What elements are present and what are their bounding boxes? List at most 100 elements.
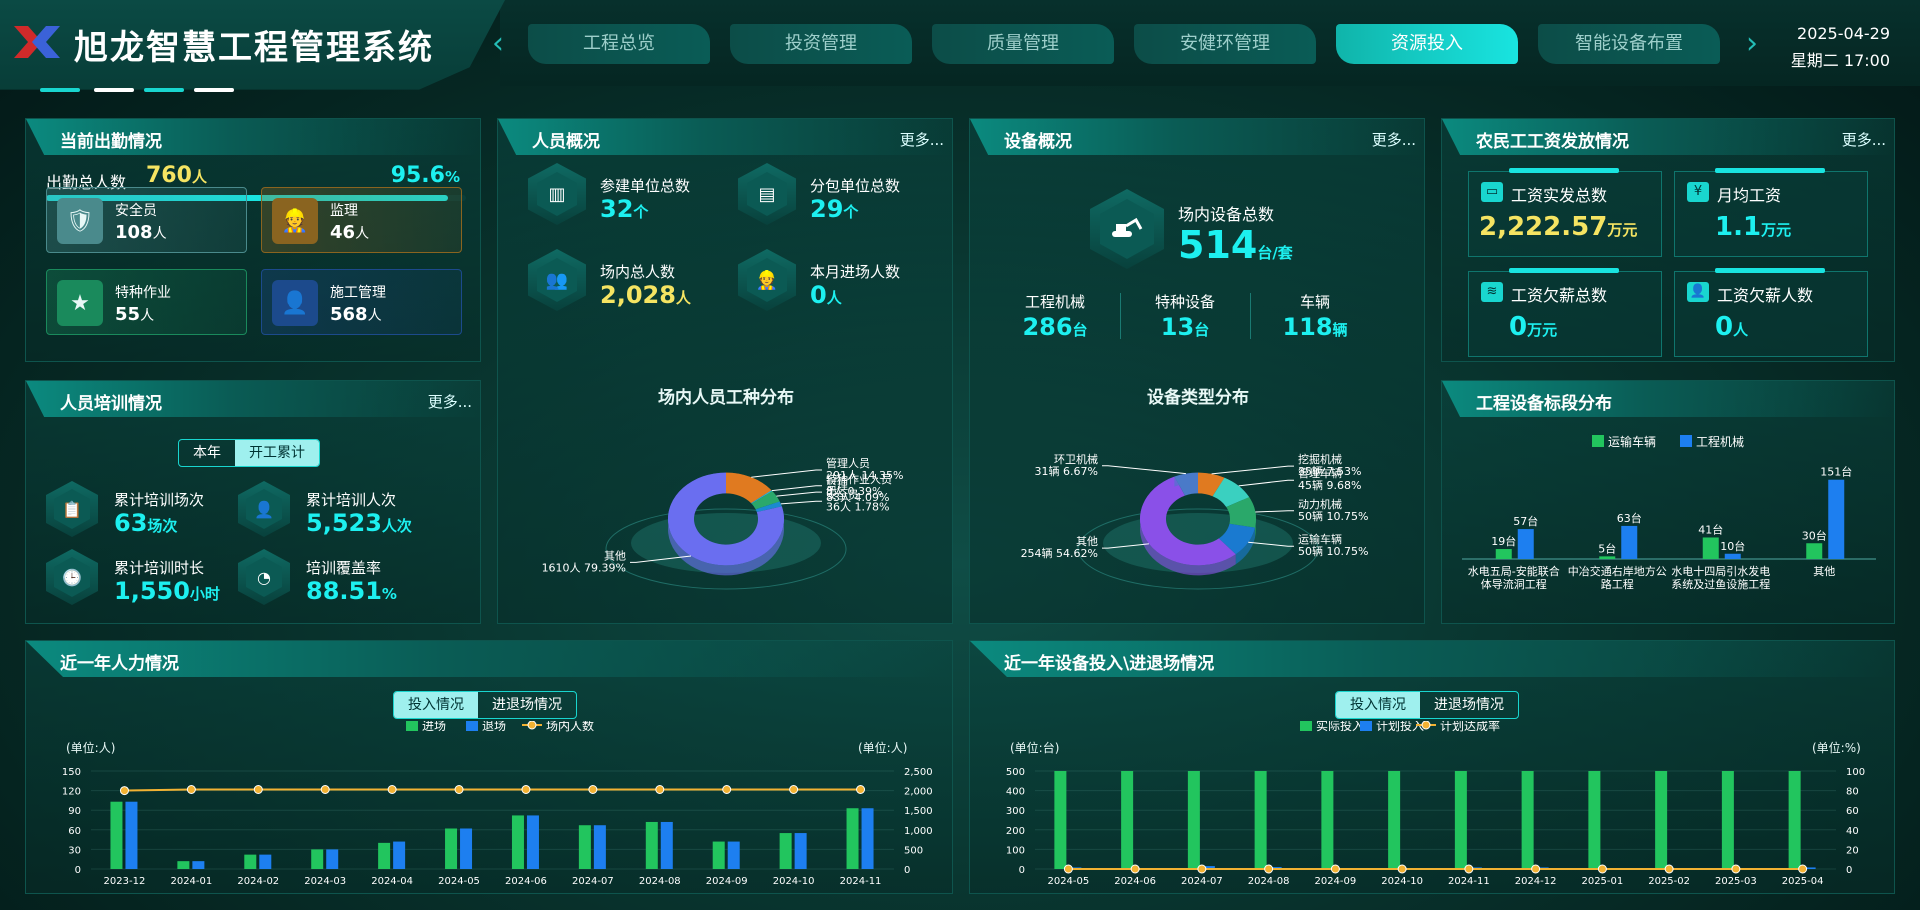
x-tick-label: 2023-12 <box>104 876 146 887</box>
manpower-combo-chart: 进场 退场 场内人数 0 0 30 500 60 1,000 90 1,500 120 2,000 150… <box>62 721 933 887</box>
training-stat-icon: 👤 <box>238 481 290 537</box>
x-tick-label: 2025-01 <box>1581 876 1623 887</box>
line-marker <box>1397 864 1407 874</box>
personnel-donut-chart: 管理人员291人 14.35%特种作业人员8人 0.39%监理83人 4.09%… <box>542 456 903 590</box>
personnel-panel: 人员概况 更多... ▥ 参建单位总数 32个 ▤ 分包单位总数 29个 👥 场内总人数 2,0… <box>497 118 953 624</box>
x-tick-label: 2024-07 <box>1181 876 1223 887</box>
attendance-card-number: 55 <box>115 304 141 325</box>
pie-label: 环卫机械 <box>1054 452 1098 466</box>
bar <box>244 854 257 869</box>
equipment-donut-chart: 挖掘机械35辆 7.53%管理车辆45辆 9.68%动力机械50辆 10.75%… <box>1021 452 1368 590</box>
bar <box>1588 771 1601 869</box>
x-tick-label: 2024-06 <box>1114 876 1156 887</box>
attendance-card-text: 安全员 108人 <box>115 200 167 245</box>
attendance-card-unit: 人 <box>140 308 155 324</box>
equipment-total-unit: 台/套 <box>1257 244 1293 262</box>
training-stat-label: 培训覆盖率 <box>306 559 382 577</box>
personnel-stat-unit: 个 <box>633 203 649 221</box>
line-marker <box>856 785 866 795</box>
toggle-this-year[interactable]: 本年 <box>179 440 235 466</box>
line-marker <box>1597 864 1607 874</box>
icon-glyph: ◔ <box>246 557 282 597</box>
bar <box>779 833 792 869</box>
nav-next-icon[interactable]: › <box>1746 26 1758 61</box>
nav-tab[interactable]: 智能设备布置 <box>1538 24 1720 64</box>
toggle-entry-exit[interactable]: 进退场情况 <box>1420 692 1518 718</box>
bar <box>1495 549 1512 559</box>
bar <box>1121 771 1134 869</box>
bar <box>1388 771 1401 869</box>
x-tick-label: 2024-02 <box>237 876 279 887</box>
training-stat-unit: % <box>381 585 397 603</box>
wages-more-link[interactable]: 更多... <box>1842 129 1886 150</box>
wage-label: 工资欠薪总数 <box>1511 286 1608 305</box>
y-tick-label: 30 <box>68 845 81 856</box>
wage-label: 工资实发总数 <box>1511 186 1608 205</box>
category-label: 中冶交通右岸地方公路工程 <box>1568 564 1667 591</box>
personnel-chart-title: 场内人员工种分布 <box>658 388 794 408</box>
equipment-more-link[interactable]: 更多... <box>1372 129 1416 150</box>
personnel-stat-label: 本月进场人数 <box>810 263 901 281</box>
line-marker <box>655 785 665 795</box>
wage-unit: 万元 <box>1527 321 1558 339</box>
bar <box>1655 771 1668 869</box>
x-tick-label: 2024-08 <box>639 876 681 887</box>
equipment-year-combo-chart: 实际投入 计划投入 计划达成率 0 0 100 20 200 40 300 60 400 80 500 10… <box>1006 721 1865 887</box>
line-marker <box>186 785 196 795</box>
line-marker <box>1798 864 1808 874</box>
wage-number: 0 <box>1715 312 1734 342</box>
nav-tab[interactable]: 投资管理 <box>730 24 912 64</box>
personnel-stat-label: 参建单位总数 <box>600 177 691 195</box>
personnel-more-link[interactable]: 更多... <box>900 129 944 150</box>
bar <box>660 821 673 869</box>
line-marker <box>454 785 464 795</box>
x-tick-label: 2024-05 <box>1047 876 1089 887</box>
training-stat-value: 1,550小时 <box>114 577 220 605</box>
line-marker <box>722 785 732 795</box>
category-label-line: 其他 <box>1813 565 1835 578</box>
training-more-link[interactable]: 更多... <box>428 391 472 412</box>
toggle-investment[interactable]: 投入情况 <box>394 692 478 718</box>
category-label-line: 体导流洞工程 <box>1481 577 1547 591</box>
legend-label: 进场 <box>422 721 446 733</box>
bar <box>1187 771 1200 869</box>
x-tick-label: 2024-07 <box>572 876 614 887</box>
bar <box>593 825 606 869</box>
nav-tab[interactable]: 安健环管理 <box>1134 24 1316 64</box>
bar <box>1599 556 1616 559</box>
training-stat-value: 5,523人次 <box>306 509 412 537</box>
equipment-total-label: 场内设备总数 <box>1178 205 1275 224</box>
bar <box>1621 525 1638 559</box>
x-tick-label: 2024-11 <box>840 876 882 887</box>
personnel-stat-icon: 👷 <box>738 249 796 311</box>
personnel-stat-icon: ▥ <box>528 163 586 225</box>
line-marker <box>1264 864 1274 874</box>
nav-tab[interactable]: 资源投入 <box>1336 24 1518 64</box>
bar <box>1806 543 1823 559</box>
toggle-investment[interactable]: 投入情况 <box>1336 692 1420 718</box>
wage-unit: 人 <box>1733 321 1749 339</box>
bar-value-label: 57台 <box>1513 514 1538 528</box>
x-tick-label: 2024-09 <box>1314 876 1356 887</box>
attendance-card-unit: 人 <box>355 226 370 242</box>
bar <box>177 861 190 869</box>
legend-label: 计划达成率 <box>1440 721 1500 733</box>
toggle-entry-exit[interactable]: 进退场情况 <box>478 692 576 718</box>
panel-title: 当前出勤情况 <box>60 132 162 152</box>
nav-tab[interactable]: 工程总览 <box>528 24 710 64</box>
line-marker <box>1731 864 1741 874</box>
x-tick-label: 2025-04 <box>1782 876 1824 887</box>
nav-tab[interactable]: 质量管理 <box>932 24 1114 64</box>
x-tick-label: 2024-08 <box>1248 876 1290 887</box>
toggle-cumulative[interactable]: 开工累计 <box>235 440 319 466</box>
bar <box>861 808 874 869</box>
bar <box>311 849 324 869</box>
bar <box>712 841 725 869</box>
line-marker <box>1063 864 1073 874</box>
bar <box>1517 529 1534 559</box>
nav-prev-icon[interactable]: ‹ <box>492 26 504 61</box>
wage-unit: 万元 <box>1761 221 1792 239</box>
category-label-line: 路工程 <box>1601 578 1634 591</box>
pie-value-label: 50辆 10.75% <box>1298 509 1368 523</box>
wage-number: 2,222.57 <box>1479 212 1608 242</box>
